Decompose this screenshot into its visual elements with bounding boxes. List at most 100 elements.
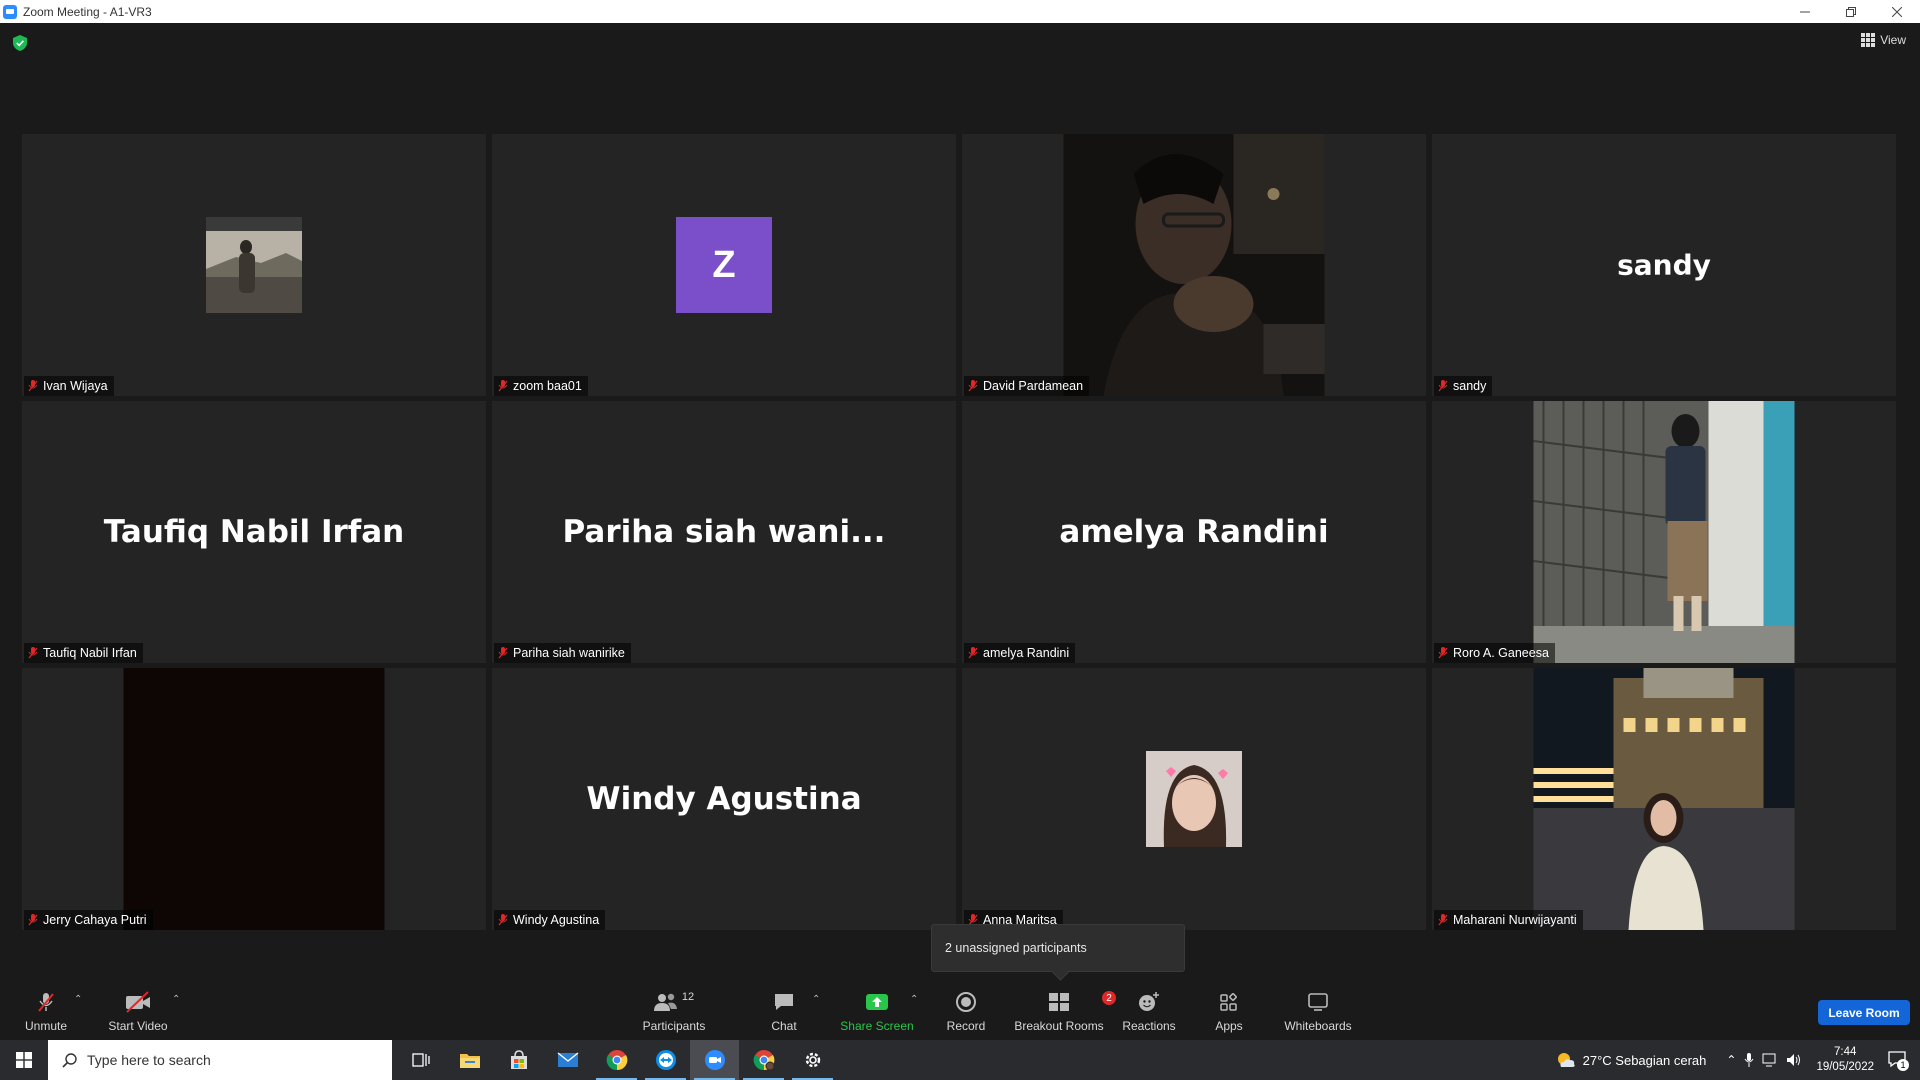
participant-video <box>1533 401 1795 663</box>
participant-tile[interactable]: Jerry Cahaya Putri <box>22 668 486 930</box>
participant-video <box>1063 134 1325 396</box>
teamviewer-icon <box>655 1050 676 1070</box>
participant-name-tag: Ivan Wijaya <box>24 376 114 396</box>
chat-icon <box>775 994 793 1010</box>
participant-name: Roro A. Ganeesa <box>1453 646 1549 660</box>
zoom-app-icon <box>3 4 17 19</box>
participant-name: Ivan Wijaya <box>43 379 108 393</box>
store-button[interactable] <box>494 1040 543 1080</box>
participant-name-tag: zoom baa01 <box>494 376 588 396</box>
participant-name: amelya Randini <box>983 646 1070 660</box>
store-icon <box>510 1050 527 1069</box>
participant-tile[interactable]: Anna Maritsa <box>962 668 1426 930</box>
notification-center-button[interactable]: 1 <box>1888 1050 1909 1071</box>
gallery-grid: Ivan Wijaya Z zoom baa01 David Pardamean… <box>22 134 1898 930</box>
breakout-rooms-button[interactable]: 2 Breakout Rooms <box>1014 982 1116 1040</box>
window-titlebar: Zoom Meeting - A1-VR3 <box>0 0 1920 23</box>
close-icon <box>1892 6 1902 17</box>
encryption-shield-icon[interactable] <box>13 35 27 51</box>
start-button[interactable] <box>0 1040 48 1080</box>
whiteboards-label: Whiteboards <box>1284 1019 1352 1033</box>
whiteboards-button[interactable]: Whiteboards <box>1282 982 1354 1040</box>
participant-name: Taufiq Nabil Irfan <box>43 646 137 660</box>
record-button[interactable]: Record <box>944 982 988 1040</box>
whiteboard-icon <box>1308 993 1328 1011</box>
participants-icon <box>653 993 677 1011</box>
weather-text: 27°C Sebagian cerah <box>1582 1052 1707 1068</box>
chevron-up-icon[interactable]: ⌃ <box>1726 1053 1736 1067</box>
participant-name-tag: Taufiq Nabil Irfan <box>24 643 143 663</box>
mic-muted-icon <box>28 380 38 392</box>
clock-date: 19/05/2022 <box>1816 1061 1874 1073</box>
participant-name: David Pardamean <box>983 379 1084 393</box>
breakout-rooms-icon <box>1049 993 1069 1011</box>
participant-tile[interactable]: Roro A. Ganeesa <box>1432 401 1896 663</box>
tooltip-text: 2 unassigned participants <box>945 941 1087 955</box>
participant-tile[interactable]: sandy sandy <box>1432 134 1896 396</box>
search-placeholder: Type here to search <box>87 1052 211 1068</box>
grid-icon <box>1861 33 1876 47</box>
participant-name-tag: Windy Agustina <box>494 910 606 930</box>
participant-name: Maharani Nurwijayanti <box>1453 913 1577 927</box>
participant-name-tag: Pariha siah wanirike <box>494 643 631 663</box>
participants-button[interactable]: 12 Participants <box>636 982 712 1040</box>
share-screen-label: Share Screen <box>840 1019 914 1033</box>
task-view-button[interactable] <box>396 1040 445 1080</box>
search-icon <box>62 1052 77 1068</box>
chat-button[interactable]: Chat <box>764 982 804 1040</box>
participant-display-name: Pariha siah wani... <box>562 514 886 550</box>
mail-button[interactable] <box>543 1040 592 1080</box>
apps-label: Apps <box>1215 1019 1243 1033</box>
participant-name: Windy Agustina <box>513 913 600 927</box>
network-icon[interactable] <box>1762 1053 1778 1067</box>
meeting-toolbar: Unmute ⌃ Start Video ⌃ 12 Participants C… <box>0 982 1920 1040</box>
mic-muted-icon <box>38 993 54 1012</box>
mail-icon <box>557 1052 578 1067</box>
volume-icon[interactable] <box>1786 1053 1802 1067</box>
start-video-button[interactable]: Start Video <box>104 982 172 1040</box>
zoom-taskbar-button[interactable] <box>690 1040 739 1080</box>
share-options-chevron-icon[interactable]: ⌃ <box>910 994 918 1005</box>
profile-photo <box>206 217 302 313</box>
weather-widget[interactable]: 27°C Sebagian cerah <box>1555 1051 1707 1069</box>
participant-tile[interactable]: Pariha siah wani... Pariha siah wanirike <box>492 401 956 663</box>
minimize-button[interactable] <box>1782 0 1828 23</box>
reactions-button[interactable]: Reactions <box>1122 982 1176 1040</box>
leave-room-button[interactable]: Leave Room <box>1818 1000 1910 1025</box>
participant-tile[interactable]: Taufiq Nabil Irfan Taufiq Nabil Irfan <box>22 401 486 663</box>
microphone-icon[interactable] <box>1744 1053 1754 1067</box>
settings-button[interactable] <box>788 1040 837 1080</box>
taskbar-search-box[interactable]: Type here to search <box>48 1040 392 1080</box>
chat-options-chevron-icon[interactable]: ⌃ <box>812 994 820 1005</box>
file-explorer-button[interactable] <box>445 1040 494 1080</box>
participant-tile[interactable]: Windy Agustina Windy Agustina <box>492 668 956 930</box>
share-screen-icon <box>866 994 888 1010</box>
clock-time: 7:44 <box>1834 1046 1857 1058</box>
restore-button[interactable] <box>1828 0 1874 23</box>
participant-name-tag: David Pardamean <box>964 376 1090 396</box>
window-title: Zoom Meeting - A1-VR3 <box>23 4 152 19</box>
chrome-button[interactable] <box>592 1040 641 1080</box>
reactions-icon <box>1139 992 1159 1011</box>
participant-tile[interactable]: Z zoom baa01 <box>492 134 956 396</box>
settings-icon <box>805 1052 820 1068</box>
unmute-button[interactable]: Unmute <box>20 982 72 1040</box>
minimize-icon <box>1800 11 1810 12</box>
participant-tile[interactable]: Ivan Wijaya <box>22 134 486 396</box>
profile-photo <box>1146 751 1242 847</box>
participant-tile[interactable]: amelya Randini amelya Randini <box>962 401 1426 663</box>
mic-muted-icon <box>28 914 38 926</box>
share-screen-button[interactable]: Share Screen <box>838 982 916 1040</box>
video-options-chevron-icon[interactable]: ⌃ <box>172 994 180 1005</box>
chrome-profile-button[interactable] <box>739 1040 788 1080</box>
participant-tile[interactable]: Maharani Nurwijayanti <box>1432 668 1896 930</box>
apps-button[interactable]: Apps <box>1212 982 1246 1040</box>
audio-options-chevron-icon[interactable]: ⌃ <box>74 994 82 1005</box>
close-button[interactable] <box>1874 0 1920 23</box>
participant-name-tag: Maharani Nurwijayanti <box>1434 910 1583 930</box>
taskbar-clock[interactable]: 7:44 19/05/2022 <box>1816 1045 1874 1075</box>
participant-tile[interactable]: David Pardamean <box>962 134 1426 396</box>
teamviewer-button[interactable] <box>641 1040 690 1080</box>
view-label: View <box>1880 33 1906 47</box>
view-button[interactable]: View <box>1861 33 1906 47</box>
